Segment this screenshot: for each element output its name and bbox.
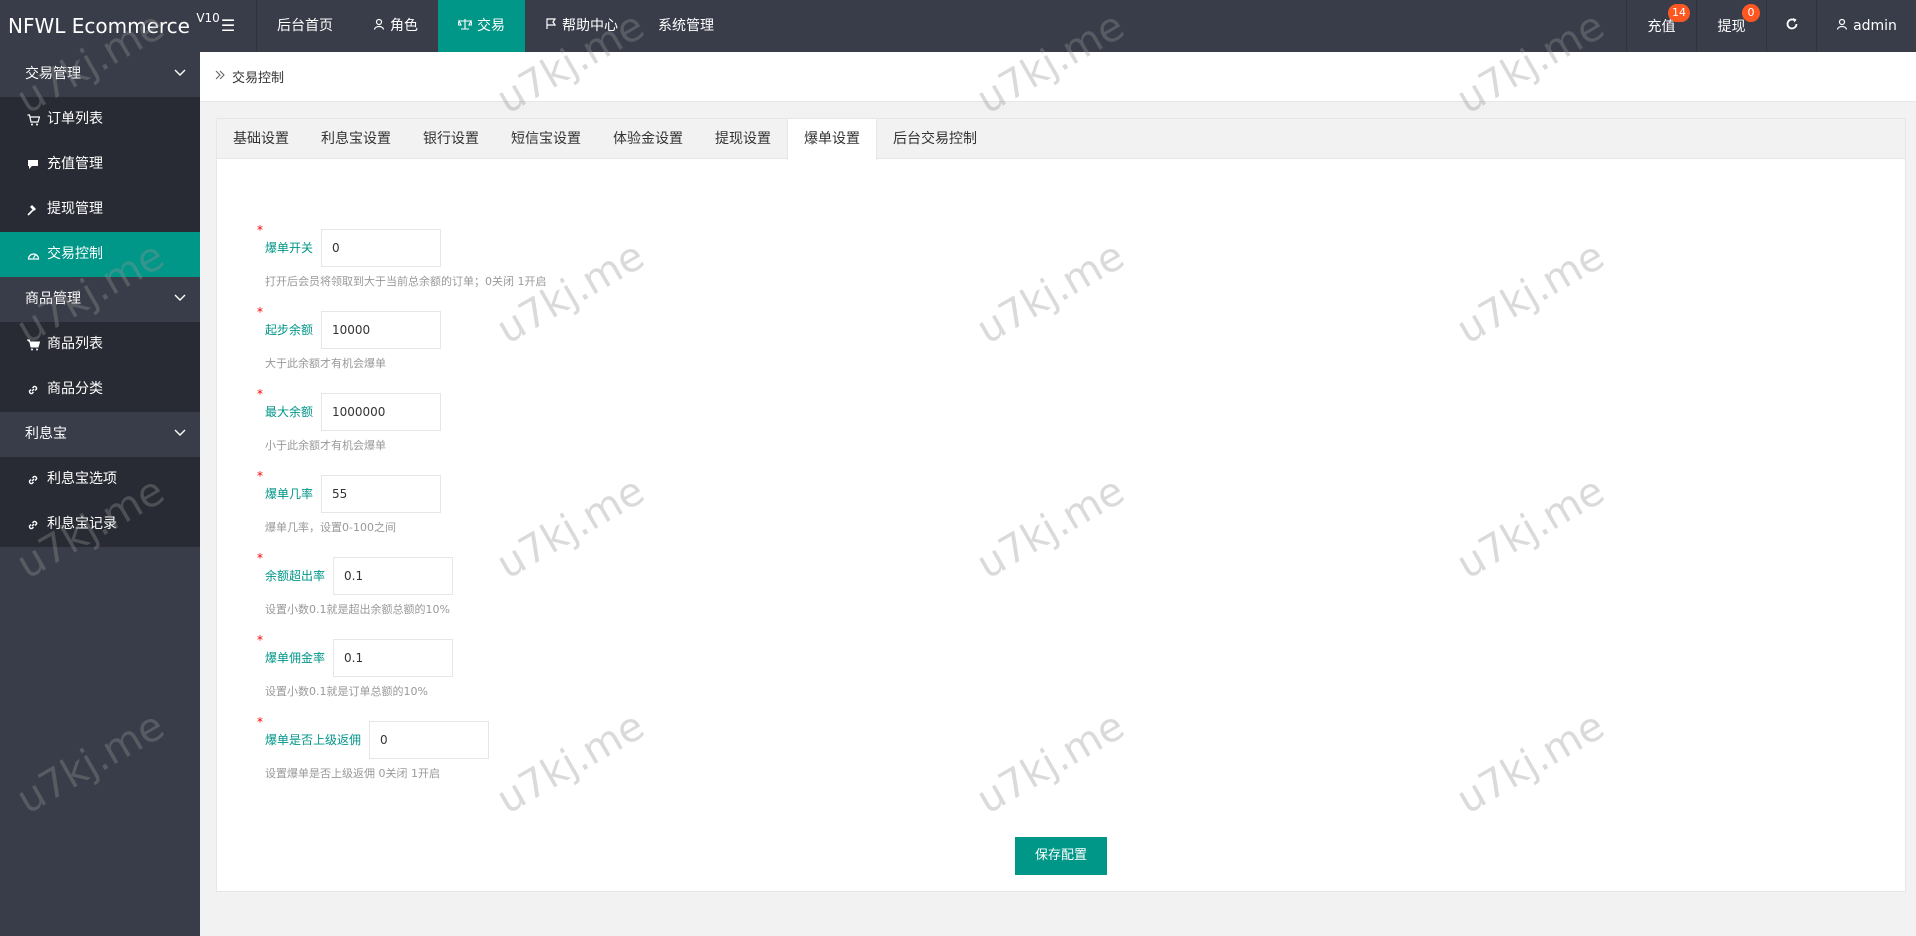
field-label: 最大余额: [265, 405, 314, 419]
sidebar-group-goods[interactable]: 商品管理: [0, 277, 200, 322]
field-label: 爆单佣金率: [265, 651, 326, 665]
top-nav: ☰ 后台首页 角色 交易 帮助中心 系统管理: [200, 0, 734, 52]
nav-trade[interactable]: 交易: [438, 0, 525, 52]
sidebar-toggle-button[interactable]: ☰: [200, 0, 256, 52]
link-icon: [25, 384, 41, 396]
field-hint: 设置爆单是否上级返佣 0关闭 1开启: [265, 767, 440, 780]
app-name: NFWL Ecommerce: [8, 14, 190, 38]
burst-switch-input[interactable]: 0: [321, 229, 441, 267]
recharge-count-badge: 14: [1668, 4, 1690, 22]
sidebar-item-goods-list[interactable]: 商品列表: [0, 322, 200, 367]
chevron-down-icon: [174, 412, 186, 457]
field-label: 爆单几率: [265, 487, 314, 501]
cart-icon: [25, 339, 41, 351]
refresh-icon: [1785, 17, 1799, 35]
sidebar-item-interest-options[interactable]: 利息宝选项: [0, 457, 200, 502]
app-logo: NFWL Ecommerce V10: [0, 0, 220, 52]
sidebar-item-orders[interactable]: 订单列表: [0, 97, 200, 142]
commission-rate-input[interactable]: 0.1: [333, 639, 453, 677]
sidebar-item-withdraw[interactable]: 提现管理: [0, 187, 200, 232]
min-balance-input[interactable]: 10000: [321, 311, 441, 349]
nav-role[interactable]: 角色: [353, 0, 438, 52]
tab-admin-trade-control[interactable]: 后台交易控制: [877, 119, 993, 158]
tab-burst-order[interactable]: 爆单设置: [787, 119, 877, 160]
sidebar-item-goods-category[interactable]: 商品分类: [0, 367, 200, 412]
flag-icon: [545, 0, 557, 52]
save-config-button[interactable]: 保存配置: [1015, 837, 1107, 875]
field-hint: 大于此余额才有机会爆单: [265, 357, 386, 370]
chevron-down-icon: [174, 277, 186, 322]
tab-bank[interactable]: 银行设置: [407, 119, 495, 158]
field-label: 余额超出率: [265, 569, 326, 583]
field-hint: 打开后会员将领取到大于当前总余额的订单；0关闭 1开启: [265, 275, 547, 288]
settings-tabs: 基础设置 利息宝设置 银行设置 短信宝设置 体验金设置 提现设置 爆单设置 后台…: [217, 119, 1905, 160]
field-hint: 设置小数0.1就是订单总额的10%: [265, 685, 428, 698]
sidebar: 交易管理 订单列表 充值管理 提现管理 交易控制 商品管理 商品列表 商品分类 …: [0, 52, 200, 936]
field-hint: 设置小数0.1就是超出余额总额的10%: [265, 603, 450, 616]
cart-icon: [25, 113, 41, 126]
recharge-button[interactable]: 充值 14: [1626, 0, 1696, 52]
field-label: 爆单是否上级返佣: [265, 733, 362, 747]
sidebar-group-interest[interactable]: 利息宝: [0, 412, 200, 457]
field-hint: 小于此余额才有机会爆单: [265, 439, 386, 452]
sidebar-group-trade[interactable]: 交易管理: [0, 52, 200, 97]
breadcrumb: 交易控制: [200, 52, 1916, 102]
sidebar-item-trade-control[interactable]: 交易控制: [0, 232, 200, 277]
user-menu[interactable]: admin: [1816, 0, 1916, 52]
user-icon: [1836, 18, 1848, 34]
top-header: NFWL Ecommerce V10 ☰ 后台首页 角色 交易 帮助中心 系统管…: [0, 0, 1916, 52]
refresh-button[interactable]: [1766, 0, 1816, 52]
field-label: 爆单开关: [265, 241, 314, 255]
comment-icon: [25, 159, 41, 170]
breadcrumb-current: 交易控制: [232, 71, 285, 86]
nav-help[interactable]: 帮助中心: [525, 0, 638, 52]
settings-card: 基础设置 利息宝设置 银行设置 短信宝设置 体验金设置 提现设置 爆单设置 后台…: [216, 118, 1906, 892]
sidebar-item-recharge[interactable]: 充值管理: [0, 142, 200, 187]
tab-sms[interactable]: 短信宝设置: [495, 119, 597, 158]
dashboard-icon: [25, 249, 41, 261]
withdraw-count-badge: 0: [1742, 4, 1760, 22]
parent-rebate-input[interactable]: 0: [369, 721, 489, 759]
withdraw-button[interactable]: 提现 0: [1696, 0, 1766, 52]
user-icon: [373, 0, 385, 52]
field-label: 起步余额: [265, 323, 314, 337]
gavel-icon: [25, 204, 41, 216]
probability-input[interactable]: 55: [321, 475, 441, 513]
sidebar-item-interest-records[interactable]: 利息宝记录: [0, 502, 200, 547]
balance-scale-icon: [457, 0, 473, 52]
tab-trial-fund[interactable]: 体验金设置: [597, 119, 699, 158]
chevron-down-icon: [174, 52, 186, 97]
nav-home[interactable]: 后台首页: [257, 0, 353, 52]
double-chevron-right-icon: [214, 69, 226, 85]
tab-basic[interactable]: 基础设置: [217, 119, 305, 158]
username: admin: [1853, 18, 1897, 34]
link-icon: [25, 519, 41, 531]
menu-collapse-icon: ☰: [220, 16, 236, 35]
top-right-actions: 充值 14 提现 0 admin: [1626, 0, 1916, 52]
tab-withdraw[interactable]: 提现设置: [699, 119, 787, 158]
link-icon: [25, 474, 41, 486]
field-hint: 爆单几率，设置0-100之间: [265, 521, 396, 534]
max-balance-input[interactable]: 1000000: [321, 393, 441, 431]
tab-interest[interactable]: 利息宝设置: [305, 119, 407, 158]
nav-system[interactable]: 系统管理: [638, 0, 734, 52]
excess-rate-input[interactable]: 0.1: [333, 557, 453, 595]
